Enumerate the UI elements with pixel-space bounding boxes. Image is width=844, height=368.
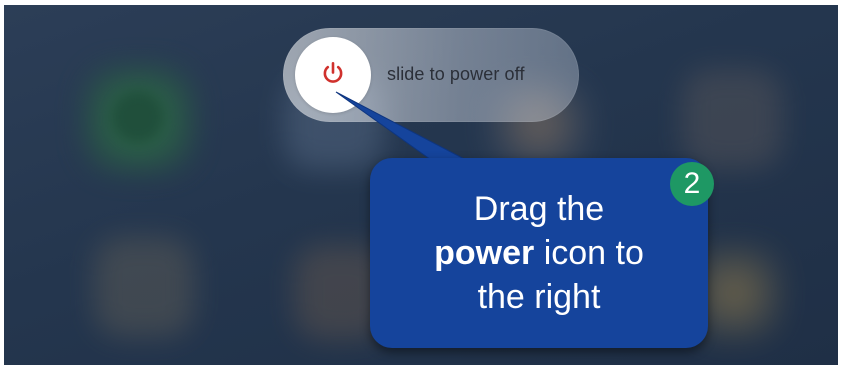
callout-line-1: Drag the (473, 190, 605, 228)
callout-line-2-rest: icon to (534, 234, 644, 272)
power-slider-knob[interactable] (295, 37, 371, 113)
step-number-badge: 2 (670, 162, 714, 206)
blurred-app-icon (94, 237, 194, 337)
blurred-app-icon-detail (112, 91, 164, 143)
slider-label: slide to power off (387, 64, 525, 84)
callout-text: Drag the power icon to the right (389, 187, 689, 319)
instruction-callout: Drag the power icon to the right (370, 158, 708, 348)
callout-bold-word: power (434, 234, 535, 272)
power-icon (320, 60, 346, 91)
power-off-slider[interactable]: slide to power off (283, 28, 579, 122)
callout-line-2: power icon to (389, 231, 689, 275)
blurred-app-icon (682, 69, 782, 169)
callout-line-3: the right (477, 278, 601, 316)
